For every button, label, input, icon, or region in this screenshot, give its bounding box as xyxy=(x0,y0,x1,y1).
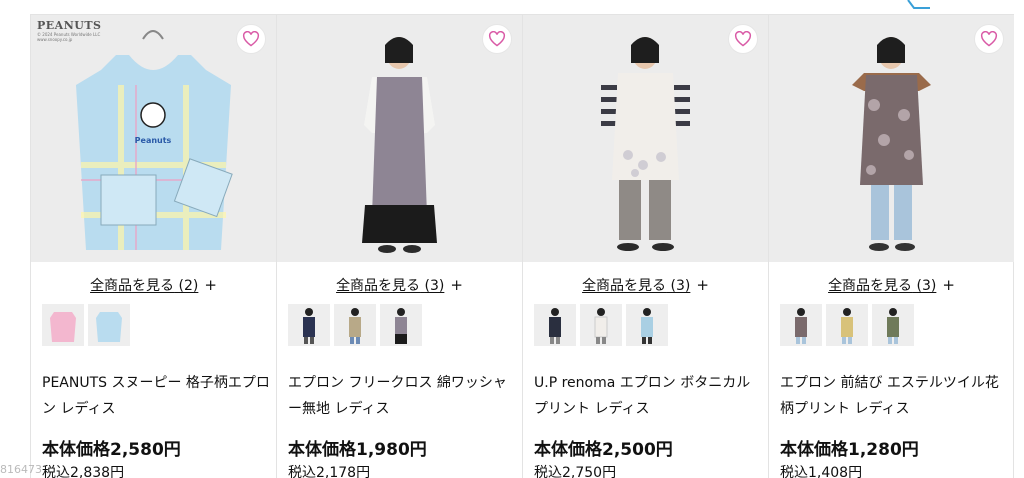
product-image[interactable]: Peanuts PEANUTS © 2024 Peanuts Worldwide… xyxy=(31,15,276,262)
variant-thumbnail[interactable] xyxy=(380,304,422,346)
variant-count: (3) xyxy=(670,278,691,294)
product-grid: Peanuts PEANUTS © 2024 Peanuts Worldwide… xyxy=(30,15,1014,478)
variant-thumbnail[interactable] xyxy=(534,304,576,346)
variant-thumbnail[interactable] xyxy=(826,304,868,346)
logo-copyright: © 2024 Peanuts Worldwide LLC www.snoopy.… xyxy=(37,32,101,42)
apron-photo-renoma xyxy=(523,15,768,262)
expand-plus-icon[interactable]: + xyxy=(696,276,709,294)
variant-thumbnail[interactable] xyxy=(42,304,84,346)
base-price: 本体価格2,580円 xyxy=(42,440,181,460)
view-all-link[interactable]: 全商品を見る (3) + xyxy=(523,275,768,295)
view-all-text[interactable]: 全商品を見る (2) xyxy=(90,278,198,294)
view-all-link[interactable]: 全商品を見る (3) + xyxy=(769,275,1014,295)
variant-thumbnail[interactable] xyxy=(780,304,822,346)
color-swatches xyxy=(534,304,668,346)
base-price: 本体価格2,500円 xyxy=(534,440,673,460)
view-all-text[interactable]: 全商品を見る (3) xyxy=(336,278,444,294)
heart-icon xyxy=(734,31,752,47)
product-name[interactable]: U.P renoma エプロン ボタニカルプリント レディス xyxy=(534,370,762,422)
base-price: 本体価格1,280円 xyxy=(780,440,919,460)
variant-thumbnail[interactable] xyxy=(872,304,914,346)
favorite-button[interactable] xyxy=(728,24,758,54)
product-card[interactable]: 全商品を見る (3) + U.P renoma エプロン ボタニカルプリント レデ… xyxy=(522,15,768,478)
variant-thumbnail[interactable] xyxy=(626,304,668,346)
logo-text: PEANUTS xyxy=(37,19,102,32)
product-image[interactable] xyxy=(523,15,768,262)
variant-thumbnail[interactable] xyxy=(288,304,330,346)
product-card[interactable]: Peanuts PEANUTS © 2024 Peanuts Worldwide… xyxy=(30,15,276,478)
view-all-link[interactable]: 全商品を見る (2) + xyxy=(31,275,276,295)
tax-included-price: 税込2,838円 xyxy=(42,465,125,478)
favorite-button[interactable] xyxy=(236,24,266,54)
expand-plus-icon[interactable]: + xyxy=(204,276,217,294)
product-listing-page: Peanuts PEANUTS © 2024 Peanuts Worldwide… xyxy=(0,0,1024,478)
overlay-id-text: 816473 xyxy=(0,463,42,476)
expand-plus-icon[interactable]: + xyxy=(450,276,463,294)
color-swatches xyxy=(288,304,422,346)
base-price: 本体価格1,980円 xyxy=(288,440,427,460)
product-name[interactable]: PEANUTS スヌーピー 格子柄エプロン レディス xyxy=(42,370,270,422)
heart-icon xyxy=(980,31,998,47)
variant-count: (3) xyxy=(916,278,937,294)
apron-photo-floral xyxy=(769,15,1014,262)
variant-thumbnail[interactable] xyxy=(580,304,622,346)
brand-logo: PEANUTS © 2024 Peanuts Worldwide LLC www… xyxy=(37,19,129,55)
corner-fragment-icon xyxy=(907,0,930,9)
tax-included-price: 税込2,178円 xyxy=(288,465,371,478)
tax-included-price: 税込1,408円 xyxy=(780,465,863,478)
product-image[interactable] xyxy=(277,15,522,262)
product-image[interactable] xyxy=(769,15,1014,262)
apron-photo-freecross xyxy=(277,15,522,262)
product-name[interactable]: エプロン 前結び エステルツイル花柄プリント レディス xyxy=(780,370,1008,422)
variant-count: (3) xyxy=(424,278,445,294)
heart-icon xyxy=(488,31,506,47)
color-swatches xyxy=(42,304,130,346)
product-card[interactable]: 全商品を見る (3) + エプロン 前結び エステルツイル花柄プリント レディス … xyxy=(768,15,1014,478)
heart-icon xyxy=(242,31,260,47)
color-swatches xyxy=(780,304,914,346)
view-all-text[interactable]: 全商品を見る (3) xyxy=(582,278,690,294)
view-all-link[interactable]: 全商品を見る (3) + xyxy=(277,275,522,295)
product-name[interactable]: エプロン フリークロス 綿ワッシャー無地 レディス xyxy=(288,370,516,422)
variant-thumbnail[interactable] xyxy=(88,304,130,346)
favorite-button[interactable] xyxy=(482,24,512,54)
expand-plus-icon[interactable]: + xyxy=(942,276,955,294)
tax-included-price: 税込2,750円 xyxy=(534,465,617,478)
view-all-text[interactable]: 全商品を見る (3) xyxy=(828,278,936,294)
svg-text:Peanuts: Peanuts xyxy=(135,136,172,145)
variant-thumbnail[interactable] xyxy=(334,304,376,346)
variant-count: (2) xyxy=(178,278,199,294)
favorite-button[interactable] xyxy=(974,24,1004,54)
product-card[interactable]: 全商品を見る (3) + エプロン フリークロス 綿ワッシャー無地 レディス 本体… xyxy=(276,15,522,478)
